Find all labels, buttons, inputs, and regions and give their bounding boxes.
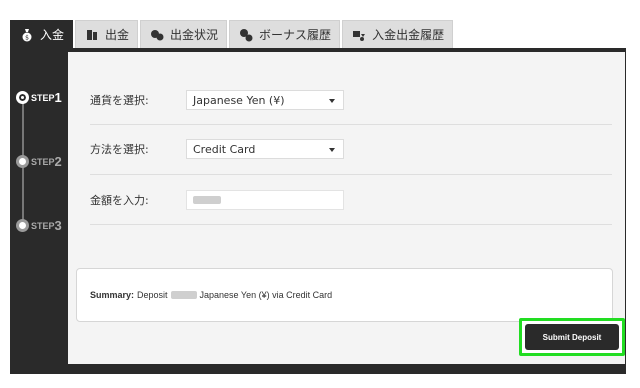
coins-clock-icon [149,27,165,43]
currency-select-value: Japanese Yen (¥) [193,93,285,107]
method-label: 方法を選択: [90,143,149,156]
step-2: STEP 2 [16,154,62,169]
method-select-value: Credit Card [193,142,256,156]
tab-label: 出金状況 [170,28,219,42]
submit-highlight: Submit Deposit [519,318,625,356]
tab-deposit[interactable]: $ 入金 [10,20,74,48]
tab-label: 入金 [40,28,65,42]
divider [90,224,612,225]
redacted-amount [193,196,221,204]
tab-bonus-history[interactable]: ボーナス履歴 [229,20,341,48]
summary-deposit-word: Deposit [137,290,168,300]
tab-withdraw-status[interactable]: 出金状況 [140,20,228,48]
summary-prefix: Summary: [90,290,135,300]
tab-label: ボーナス履歴 [259,28,332,42]
amount-input[interactable] [186,190,344,210]
redacted-amount [170,291,197,299]
step-label: STEP [31,220,55,231]
step-1: STEP 1 [16,90,62,105]
currency-row: 通貨を選択: Japanese Yen (¥) [90,76,610,124]
currency-select[interactable]: Japanese Yen (¥) [186,90,344,110]
chevron-down-icon [329,99,335,103]
amount-row: 金額を入力: [90,176,610,224]
amount-label: 金額を入力: [90,194,149,207]
tab-withdraw[interactable]: 出金 [75,20,139,48]
summary-box: Summary: Deposit Japanese Yen (¥) via Cr… [76,268,613,322]
step-number: 2 [54,154,62,169]
bonus-coins-icon [238,27,254,43]
submit-deposit-button[interactable]: Submit Deposit [525,324,619,350]
step-label: STEP [31,92,55,103]
step-label: STEP [31,156,55,167]
tab-label: 入金出金履歴 [372,28,445,42]
tab-label: 出金 [105,28,130,42]
currency-label: 通貨を選択: [90,94,149,107]
divider [90,174,612,175]
chevron-down-icon [329,148,335,152]
tab-bar: $ 入金 出金 出金状況 ボーナス履歴 入金出金履歴 [10,20,455,48]
step-3: STEP 3 [16,218,62,233]
tab-deposit-withdraw-history[interactable]: 入金出金履歴 [342,20,454,48]
exchange-history-icon [351,27,367,43]
step-dot [16,155,29,168]
method-row: 方法を選択: Credit Card [90,125,610,173]
step-number: 3 [54,218,62,233]
money-bag-icon: $ [19,27,35,43]
summary-text: Japanese Yen (¥) via Credit Card [199,290,333,300]
step-number: 1 [54,90,62,105]
svg-text:$: $ [25,34,29,41]
step-dot [16,91,29,104]
bill-stack-icon [84,27,100,43]
method-select[interactable]: Credit Card [186,139,344,159]
step-dot [16,219,29,232]
